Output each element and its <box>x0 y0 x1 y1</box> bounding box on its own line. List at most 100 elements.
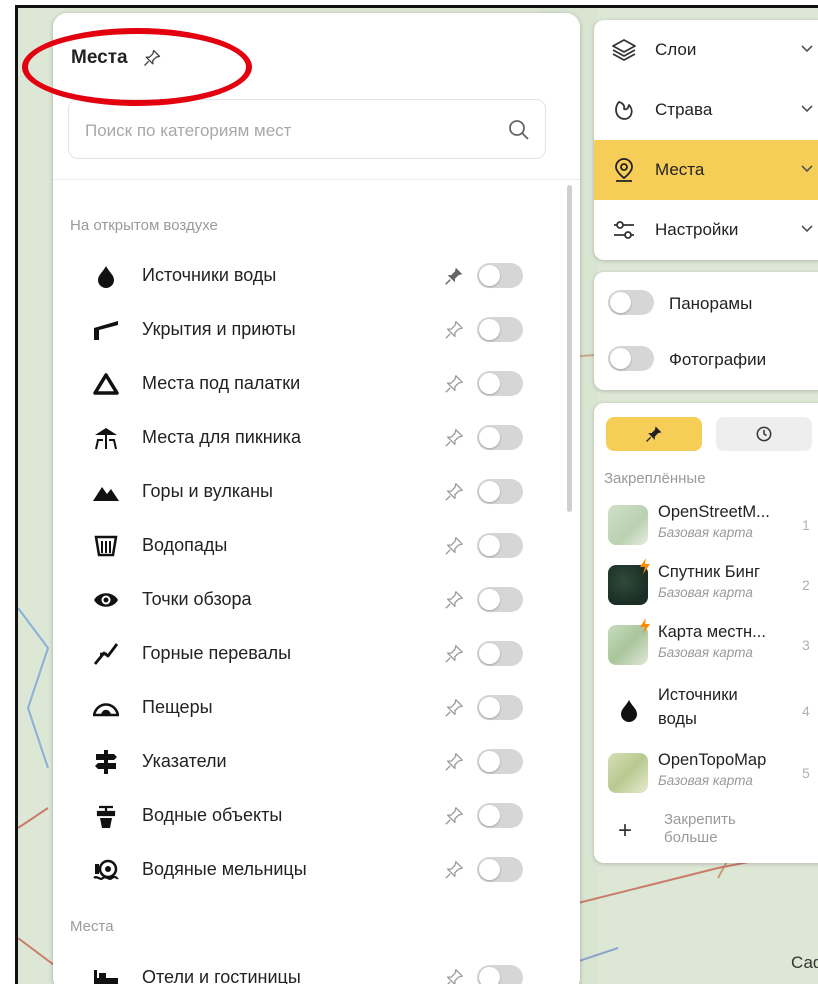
toggle-switch[interactable] <box>477 371 523 396</box>
pinned-item-title: Источники воды <box>658 686 738 728</box>
signpost-icon <box>91 747 121 777</box>
pinned-item-index: 4 <box>802 703 810 719</box>
toggle-switch[interactable] <box>608 346 654 371</box>
list-item[interactable]: Отели и гостиницы <box>53 951 580 984</box>
screenshot-frame: Саф Места Поиск по категориям мест На от… <box>15 5 818 984</box>
toggle-switch[interactable] <box>477 965 523 984</box>
tab-pinned[interactable] <box>606 417 702 451</box>
pin-icon[interactable] <box>443 481 465 503</box>
pin-more-button[interactable]: + Закрепить больше <box>594 805 818 855</box>
menu-item-strava[interactable]: Страва <box>594 80 818 140</box>
pin-icon[interactable] <box>443 535 465 557</box>
pin-icon[interactable] <box>443 643 465 665</box>
pinned-item-title: OpenTopoMap <box>658 751 767 769</box>
toggle-switch[interactable] <box>477 587 523 612</box>
toggle-row-panoramas[interactable]: Панорамы <box>594 276 818 330</box>
toggle-switch[interactable] <box>477 803 523 828</box>
pin-icon[interactable] <box>443 589 465 611</box>
picnic-icon <box>91 423 121 453</box>
pin-icon[interactable] <box>443 697 465 719</box>
toggle-row-photos[interactable]: Фотографии <box>594 332 818 386</box>
pin-icon[interactable] <box>443 805 465 827</box>
toggle-switch[interactable] <box>477 641 523 666</box>
menu-item-places[interactable]: Места <box>594 140 818 200</box>
chevron-down-icon <box>801 45 813 53</box>
pin-icon[interactable] <box>443 319 465 341</box>
shelter-icon <box>91 315 121 345</box>
pinned-item-subtitle: Базовая карта <box>658 525 753 540</box>
pinned-item[interactable]: Спутник Бинг Базовая карта 2 <box>594 555 818 615</box>
list-item[interactable]: Пещеры <box>53 681 580 735</box>
toggle-switch[interactable] <box>608 290 654 315</box>
pinned-item[interactable]: OpenStreetM... Базовая карта 1 <box>594 495 818 555</box>
pinned-item[interactable]: OpenTopoMap Базовая карта 5 <box>594 743 818 803</box>
topo-thumbnail <box>608 753 648 793</box>
list-item[interactable]: Источники воды <box>53 249 580 303</box>
pin-icon[interactable] <box>443 751 465 773</box>
pinned-item-index: 2 <box>802 577 810 593</box>
list-item-label: Водяные мельницы <box>142 859 307 879</box>
toggle-switch[interactable] <box>477 263 523 288</box>
menu-item-layers[interactable]: Слои <box>594 20 818 80</box>
place-pin-icon <box>615 158 633 182</box>
toggle-switch[interactable] <box>477 533 523 558</box>
list-item[interactable]: Указатели <box>53 735 580 789</box>
pin-icon[interactable] <box>443 427 465 449</box>
pinned-item-title: Карта местн... <box>658 623 766 641</box>
eye-icon <box>91 585 121 615</box>
list-item-label: Отели и гостиницы <box>142 967 301 984</box>
list-item[interactable]: Водные объекты <box>53 789 580 843</box>
pinned-item[interactable]: Источники воды 4 <box>594 675 818 741</box>
menu-item-settings[interactable]: Настройки <box>594 200 818 260</box>
water-tap-icon <box>91 801 121 831</box>
map-place-label: Саф <box>791 953 818 972</box>
mountain-icon <box>91 477 121 507</box>
toggle-switch[interactable] <box>477 425 523 450</box>
pinned-icon[interactable] <box>443 265 465 287</box>
search-field[interactable]: Поиск по категориям мест <box>68 99 546 159</box>
chevron-down-icon <box>801 225 813 233</box>
toggle-label: Фотографии <box>669 350 767 369</box>
pin-icon[interactable] <box>443 859 465 881</box>
list-item[interactable]: Места для пикника <box>53 411 580 465</box>
list-item[interactable]: Точки обзора <box>53 573 580 627</box>
water-drop-icon <box>621 700 637 722</box>
list-item-label: Водопады <box>142 535 228 555</box>
list-item-label: Места под палатки <box>142 373 301 393</box>
pin-icon[interactable] <box>443 967 465 984</box>
lightning-icon <box>640 558 650 574</box>
toggle-switch[interactable] <box>477 857 523 882</box>
list-item[interactable]: Места под палатки <box>53 357 580 411</box>
toggle-switch[interactable] <box>477 479 523 504</box>
pin-icon[interactable] <box>443 373 465 395</box>
pinned-item-index: 5 <box>802 765 810 781</box>
list-item[interactable]: Горные перевалы <box>53 627 580 681</box>
section-heading-outdoor: На открытом воздухе <box>70 217 218 234</box>
toggle-switch[interactable] <box>477 749 523 774</box>
list-item-label: Горные перевалы <box>142 643 292 663</box>
tab-recent[interactable] <box>716 417 812 451</box>
pinned-item[interactable]: Карта местн... Базовая карта 3 <box>594 615 818 675</box>
pinned-item-index: 1 <box>802 517 810 533</box>
list-item[interactable]: Водяные мельницы <box>53 843 580 897</box>
menu-item-label: Настройки <box>655 220 739 239</box>
list-item-label: Указатели <box>142 751 227 771</box>
toggle-switch[interactable] <box>477 695 523 720</box>
settings-sliders-icon <box>614 221 634 239</box>
list-item[interactable]: Укрытия и приюты <box>53 303 580 357</box>
toggle-switch[interactable] <box>477 317 523 342</box>
pinned-item-subtitle: Базовая карта <box>658 645 753 660</box>
pinned-item-subtitle: Базовая карта <box>658 773 753 788</box>
bed-icon <box>91 963 121 984</box>
pinned-heading: Закреплённые <box>604 470 706 487</box>
list-item[interactable]: Водопады <box>53 519 580 573</box>
section-heading-places: Места <box>70 918 114 935</box>
strava-icon <box>615 101 633 120</box>
plus-icon: + <box>618 817 633 844</box>
search-icon[interactable] <box>507 118 531 142</box>
overlay-toggles: Панорамы Фотографии <box>594 272 818 390</box>
list-item-label: Укрытия и приюты <box>142 319 296 339</box>
pinned-item-index: 3 <box>802 637 810 653</box>
list-item[interactable]: Горы и вулканы <box>53 465 580 519</box>
pass-icon <box>91 639 121 669</box>
